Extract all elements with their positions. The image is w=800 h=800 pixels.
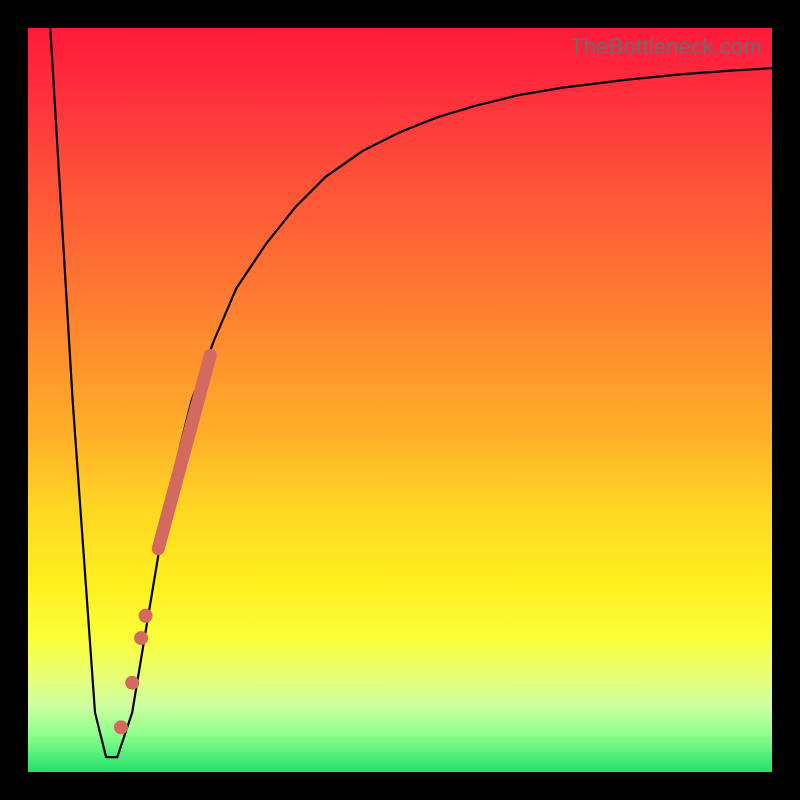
curve-layer [28,28,772,772]
salmon-dot [134,631,148,645]
salmon-band [158,355,210,548]
salmon-dot [139,609,153,623]
plot-area: TheBottleneck.com [28,28,772,772]
chart-frame: TheBottleneck.com [0,0,800,800]
salmon-dot [114,720,128,734]
salmon-dot [125,676,139,690]
bottleneck-curve [50,28,772,757]
